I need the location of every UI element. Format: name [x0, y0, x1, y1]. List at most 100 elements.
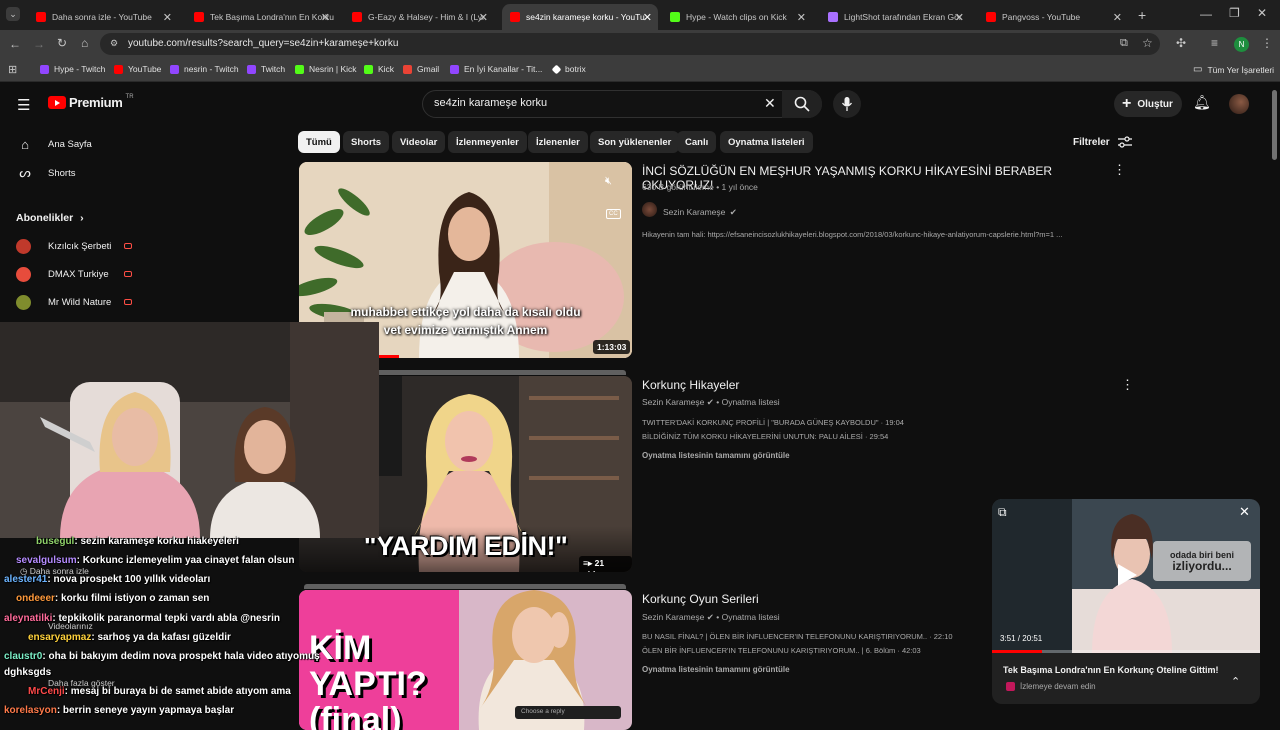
channel-avatar[interactable]: [642, 202, 657, 217]
bookmark-nesrin-twitch[interactable]: nesrin - Twitch: [170, 64, 239, 74]
view-full-playlist-link[interactable]: Oynatma listesinin tamamını görüntüle: [642, 451, 790, 460]
subscriptions-header[interactable]: Abonelikler ›: [16, 212, 84, 224]
tab-kick[interactable]: Hype - Watch clips on Kick ✕: [662, 4, 812, 30]
extensions-icon[interactable]: ✣: [1176, 36, 1186, 50]
close-tab-icon[interactable]: ✕: [321, 11, 330, 24]
chat-message: dghksgds: [4, 667, 52, 678]
playlist-video-line[interactable]: TWITTER'DAKİ KORKUNÇ PROFİLİ | "BURADA G…: [642, 418, 904, 427]
site-info-icon[interactable]: ⚙: [110, 38, 118, 49]
close-tab-icon[interactable]: ✕: [1113, 11, 1122, 24]
chip-recent[interactable]: Son yüklenenler: [590, 131, 680, 153]
playlist-video-line[interactable]: BU NASIL FİNAL? | ÖLEN BİR İNFLUENCER'IN…: [642, 632, 953, 641]
channel-name[interactable]: Sezin Karameşe: [642, 612, 704, 622]
video-meta: 630 B görüntüleme • 1 yıl önce: [642, 182, 758, 192]
mute-icon[interactable]: 🔇︎: [605, 175, 612, 188]
home-icon[interactable]: ⌂: [81, 36, 88, 50]
youtube-premium-logo[interactable]: Premium TR: [48, 94, 134, 110]
playlist-title[interactable]: Korkunç Oyun Serileri: [642, 592, 759, 606]
restore-icon[interactable]: ❐: [1229, 6, 1240, 20]
window-close-icon[interactable]: ✕: [1257, 6, 1267, 20]
channel-name[interactable]: Sezin Karameşe ✔: [663, 207, 737, 218]
notifications-bell-icon[interactable]: 🔔︎: [1193, 94, 1211, 111]
tab-pangvoss[interactable]: Pangvoss - YouTube ✕: [978, 4, 1128, 30]
miniplayer[interactable]: ⧉ ✕ odada biri beni izliyordu... 3:51 / …: [992, 499, 1260, 704]
search-button[interactable]: [782, 90, 822, 118]
bookmark-nesrin-kick[interactable]: Nesrin | Kick: [295, 64, 357, 74]
bookmark-star-icon[interactable]: ☆: [1142, 36, 1153, 50]
miniplayer-video[interactable]: ⧉ ✕ odada biri beni izliyordu... 3:51 / …: [992, 499, 1260, 653]
chat-message: busegul: sezin karameşe korku hiakeyeler…: [36, 536, 239, 547]
close-miniplayer-icon[interactable]: ✕: [1239, 504, 1250, 520]
chip-shorts[interactable]: Shorts: [343, 131, 390, 153]
playlist-title[interactable]: Korkunç Hikayeler: [642, 378, 739, 392]
url-text: youtube.com/results?search_query=se4zin+…: [128, 38, 399, 49]
tab-search-icon[interactable]: ⌄: [6, 7, 20, 21]
chevron-up-icon[interactable]: ⌃: [1231, 675, 1240, 688]
play-icon[interactable]: [1116, 563, 1138, 587]
menu-icon[interactable]: ☰: [17, 96, 30, 114]
close-tab-icon[interactable]: ✕: [643, 11, 652, 24]
create-button[interactable]: + Oluştur: [1114, 91, 1182, 117]
chip-unwatched[interactable]: İzlenmeyenler: [448, 131, 527, 153]
playlist-video-line[interactable]: BİLDİĞİNİZ TÜM KORKU HİKAYELERİNİ UNUTUN…: [642, 432, 888, 441]
clear-search-icon[interactable]: ✕: [764, 95, 776, 112]
chip-videos[interactable]: Videolar: [392, 131, 446, 153]
profile-avatar[interactable]: N: [1234, 37, 1249, 52]
expand-miniplayer-icon[interactable]: ⧉: [998, 505, 1007, 520]
page-scrollbar[interactable]: [1272, 90, 1277, 160]
sidebar-sub-mrwild[interactable]: Mr Wild Nature: [16, 295, 111, 310]
channel-name[interactable]: Sezin Karameşe: [642, 397, 704, 407]
browser-menu-icon[interactable]: ⋮: [1261, 36, 1273, 50]
minimize-icon[interactable]: —: [1200, 7, 1212, 21]
youtube-favicon-icon: [510, 12, 520, 22]
verified-icon: ✔: [706, 612, 714, 622]
more-actions-icon[interactable]: ⋮: [1121, 377, 1134, 393]
bookmark-twitch[interactable]: Twitch: [247, 64, 285, 74]
new-tab-icon[interactable]: +: [1138, 7, 1146, 23]
chip-playlists[interactable]: Oynatma listeleri: [720, 131, 813, 153]
sidebar-sub-kizilcik[interactable]: Kızılcık Şerbeti: [16, 239, 111, 254]
tab-search-results[interactable]: se4zin karameşe korku - YouTu ✕: [502, 4, 658, 30]
close-tab-icon[interactable]: ✕: [797, 11, 806, 24]
filters-button[interactable]: Filtreler: [1073, 136, 1132, 148]
account-avatar[interactable]: [1229, 94, 1249, 114]
bookmark-botrix[interactable]: botrix: [551, 64, 586, 74]
chat-reply-input[interactable]: Choose a reply: [515, 706, 621, 719]
view-full-playlist-link[interactable]: Oynatma listesinin tamamını görüntüle: [642, 665, 790, 674]
apps-grid-icon[interactable]: ⊞: [8, 63, 17, 76]
install-app-icon[interactable]: ⧉: [1120, 37, 1128, 50]
sidebar-item-home[interactable]: ⌂ Ana Sayfa: [16, 137, 92, 152]
playlist-video-line[interactable]: ÖLEN BİR İNFLUENCER'IN TELEFONUNU KARIŞT…: [642, 646, 921, 655]
tab-geazy[interactable]: G-Eazy & Halsey - Him & I (Lyr ✕: [344, 4, 494, 30]
miniplayer-subtitle: İzlemeye devam edin: [1006, 682, 1096, 691]
live-indicator-icon: [124, 243, 132, 249]
close-tab-icon[interactable]: ✕: [955, 11, 964, 24]
miniplayer-progress-track[interactable]: [992, 650, 1260, 653]
captions-button[interactable]: CC: [606, 209, 621, 219]
close-tab-icon[interactable]: ✕: [163, 11, 172, 24]
tab-londra[interactable]: Tek Başıma Londra'nın En Korku ✕: [186, 4, 336, 30]
all-bookmarks[interactable]: ▭ Tüm Yer İşaretleri: [1193, 64, 1274, 75]
bookmark-gmail[interactable]: Gmail: [403, 64, 439, 74]
media-control-icon[interactable]: ≡: [1211, 36, 1218, 50]
voice-search-button[interactable]: [833, 90, 861, 118]
back-icon[interactable]: ←: [9, 37, 21, 51]
chip-all[interactable]: Tümü: [298, 131, 340, 153]
video-description: Hikayenin tam hali: https://efsaneinciso…: [642, 230, 1063, 239]
kick-icon: [295, 64, 304, 74]
sidebar-item-shorts[interactable]: ᔕ Shorts: [16, 165, 75, 181]
chip-watched[interactable]: İzlenenler: [528, 131, 588, 153]
chip-live[interactable]: Canlı: [677, 131, 717, 153]
reload-icon[interactable]: ↻: [57, 36, 67, 50]
tab-lightshot[interactable]: LightShot tarafından Ekran Gör ✕: [820, 4, 970, 30]
bookmark-best-channels[interactable]: En İyi Kanallar - Tit...: [450, 64, 542, 74]
tab-watch-later[interactable]: Daha sonra izle - YouTube ✕: [28, 4, 178, 30]
miniplayer-title[interactable]: Tek Başıma Londra'nın En Korkunç Oteline…: [1003, 665, 1219, 675]
bookmark-hype-twitch[interactable]: Hype - Twitch: [40, 64, 105, 74]
forward-icon[interactable]: →: [33, 37, 45, 51]
close-tab-icon[interactable]: ✕: [479, 11, 488, 24]
bookmark-kick[interactable]: Kick: [364, 64, 394, 74]
more-actions-icon[interactable]: ⋮: [1113, 162, 1126, 178]
bookmark-youtube[interactable]: YouTube: [114, 64, 161, 74]
sidebar-sub-dmax[interactable]: DMAX Turkiye: [16, 267, 109, 282]
